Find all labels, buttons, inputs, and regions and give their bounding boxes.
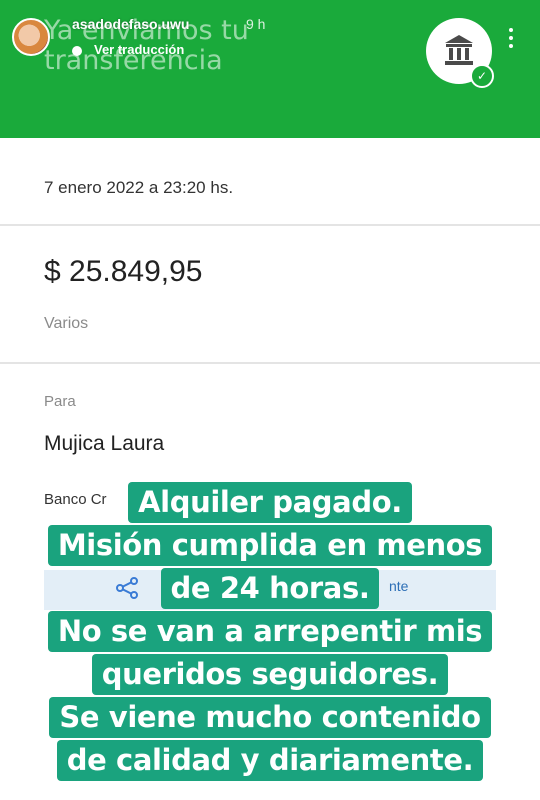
avatar[interactable] (12, 18, 50, 56)
to-label: Para (44, 393, 76, 410)
caption-line: No se van a arrepentir mis (0, 611, 540, 654)
caption-line: queridos seguidores. (0, 654, 540, 697)
caption-line: Misión cumplida en menos (0, 525, 540, 568)
transfer-header: Ya enviamos tu transferencia asadodefaso… (0, 0, 540, 138)
more-vertical-icon[interactable] (508, 28, 514, 52)
translate-icon (72, 46, 82, 56)
caption-line: de 24 horas. (0, 568, 540, 611)
story-time: 9 h (246, 16, 266, 32)
recipient-name: Mujica Laura (44, 432, 165, 455)
transfer-amount: $ 25.849,95 (44, 255, 203, 288)
caption-line: Alquiler pagado. (0, 482, 540, 525)
translate-link[interactable]: Ver traducción (94, 42, 184, 57)
caption-line: de calidad y diariamente. (0, 740, 540, 783)
story-screen: Ya enviamos tu transferencia asadodefaso… (0, 0, 540, 800)
transfer-concept: Varios (44, 315, 89, 332)
check-icon: ✓ (470, 64, 494, 88)
amount-section (0, 226, 540, 364)
transfer-date: 7 enero 2022 a 23:20 hs. (44, 178, 234, 197)
story-username[interactable]: asadodefaso.uwu (72, 16, 189, 32)
story-caption: Alquiler pagado. Misión cumplida en meno… (0, 482, 540, 783)
caption-line: Se viene mucho contenido (0, 697, 540, 740)
bank-icon (445, 35, 473, 65)
